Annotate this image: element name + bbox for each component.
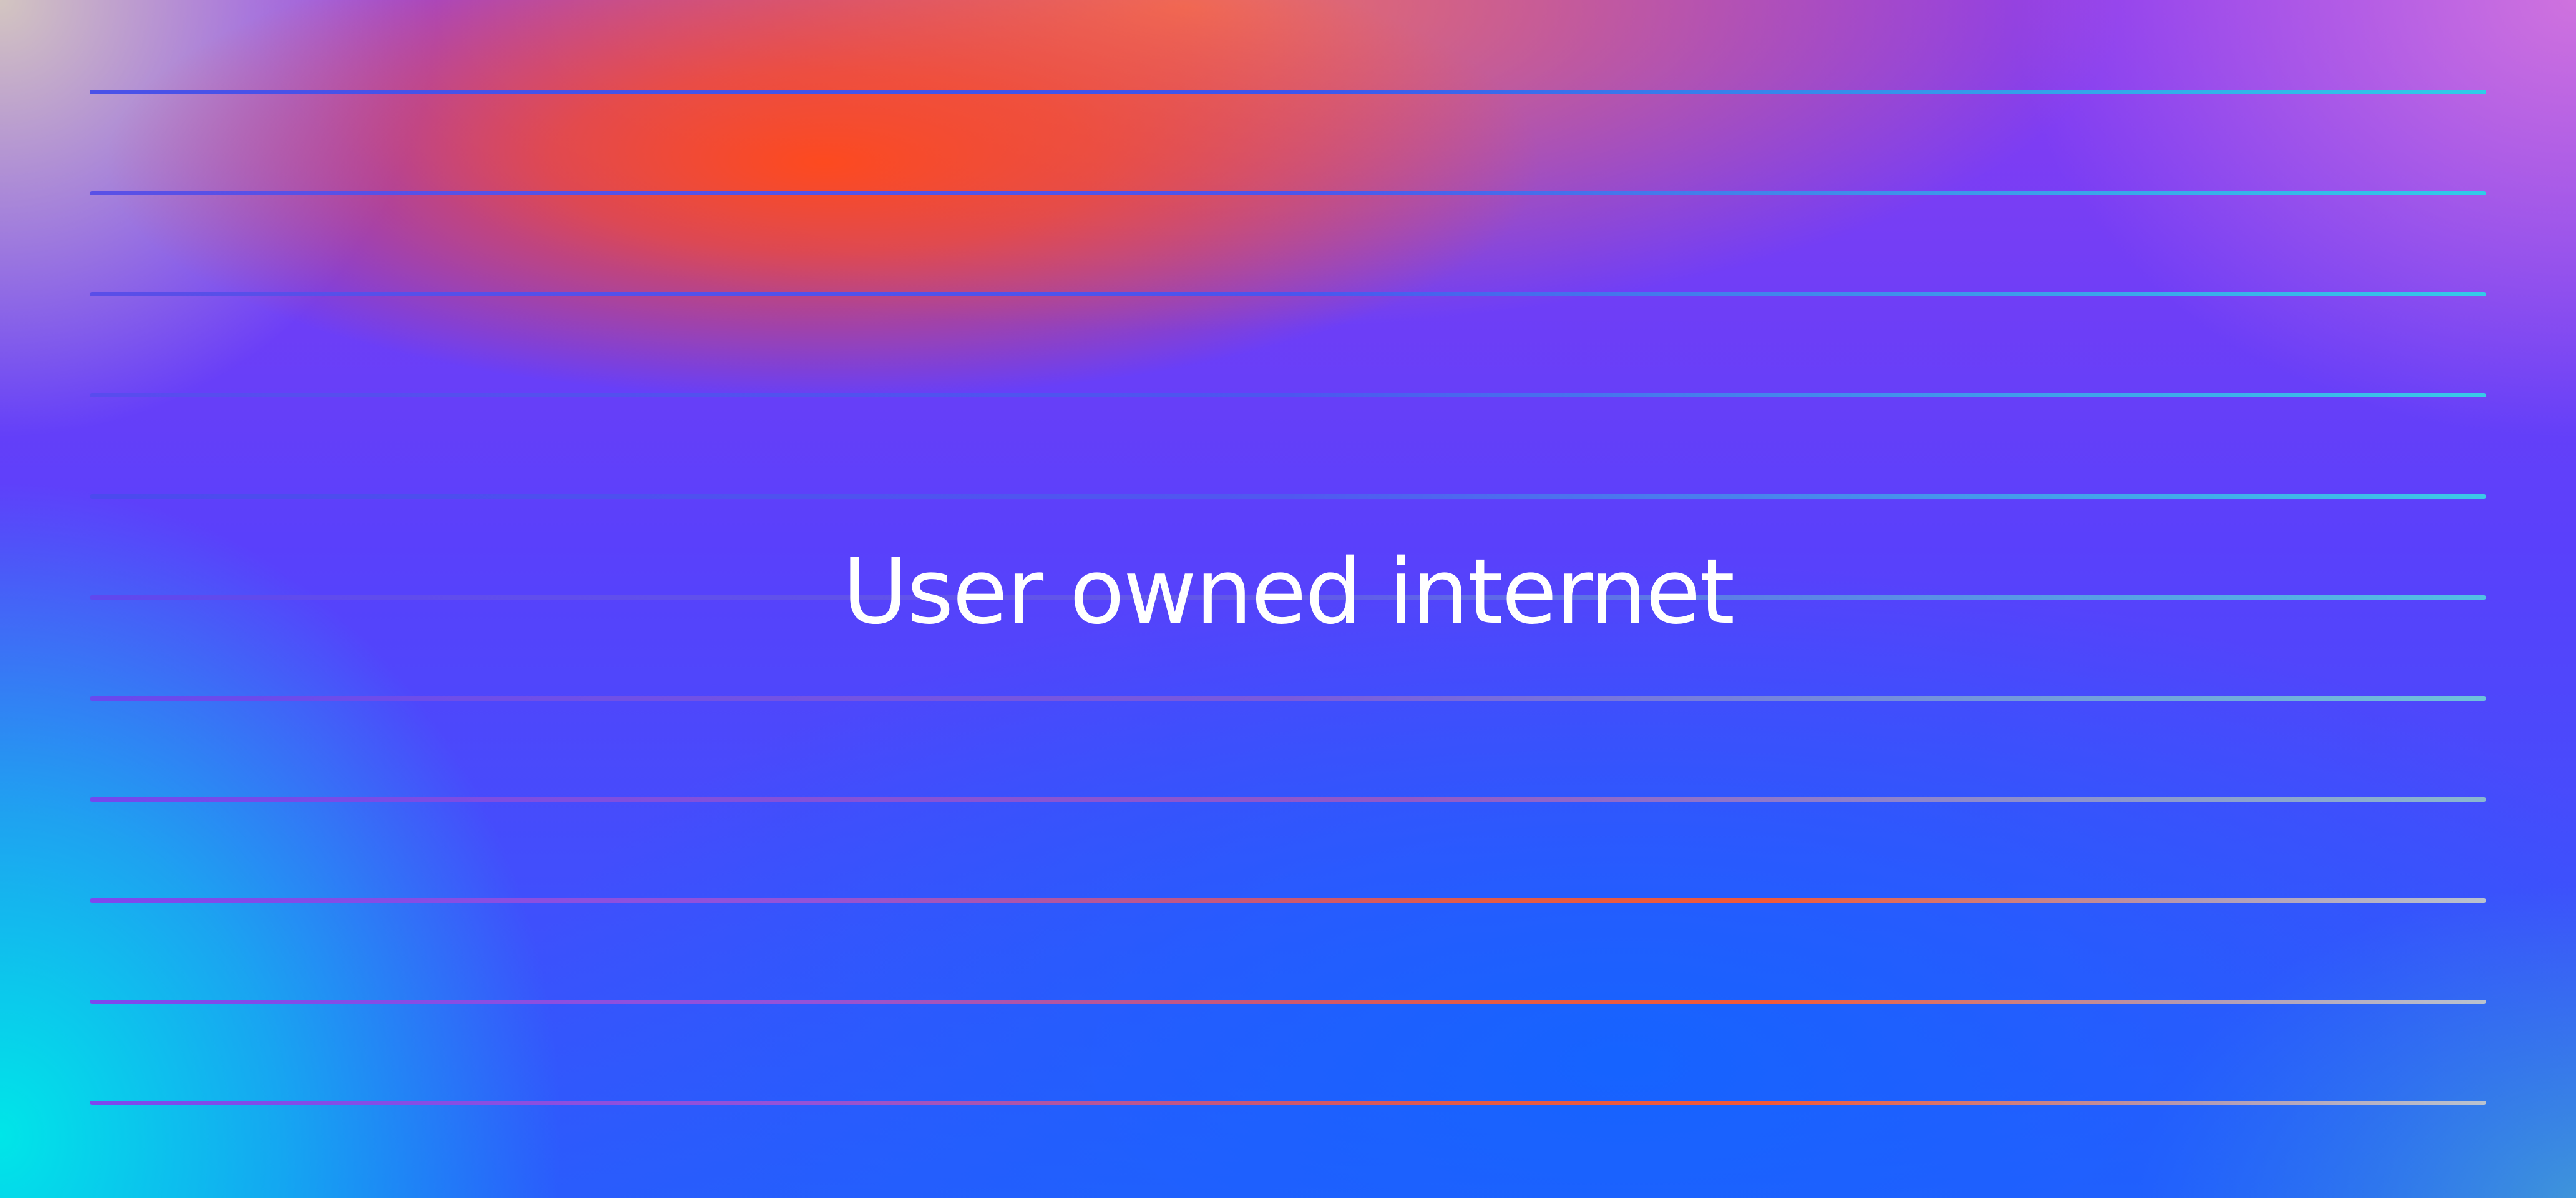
horizontal-rule-11 bbox=[90, 1101, 2486, 1105]
hero-banner: User owned internet bbox=[0, 0, 2576, 1198]
banner-title: User owned internet bbox=[842, 539, 1735, 644]
horizontal-rule-8 bbox=[90, 797, 2486, 802]
horizontal-rule-5 bbox=[90, 494, 2486, 499]
horizontal-rule-10 bbox=[90, 1000, 2486, 1004]
horizontal-rule-9 bbox=[90, 898, 2486, 903]
horizontal-rule-1 bbox=[90, 90, 2486, 94]
horizontal-rule-7 bbox=[90, 696, 2486, 701]
horizontal-rule-2 bbox=[90, 191, 2486, 195]
horizontal-rule-4 bbox=[90, 393, 2486, 397]
horizontal-rule-3 bbox=[90, 292, 2486, 296]
